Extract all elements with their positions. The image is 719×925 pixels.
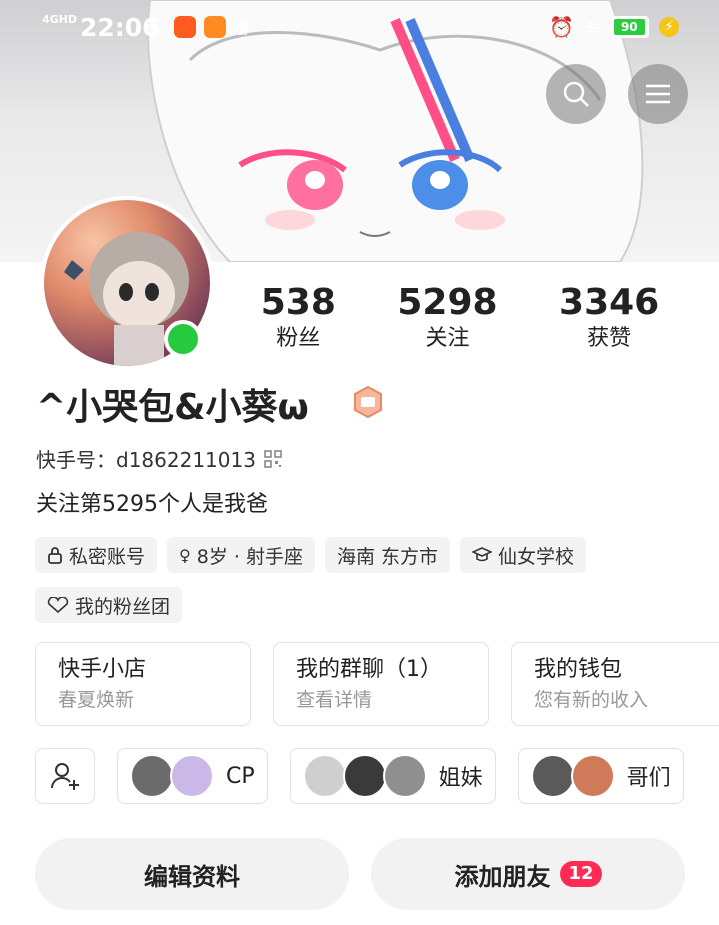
hamburger-icon [646,84,670,104]
tag-private-account[interactable]: 私密账号 [35,537,158,573]
group-label: 姐妹 [438,766,483,791]
tag-label: 我的粉丝团 [75,595,171,618]
card-subtitle: 您有新的收入 [534,689,649,711]
stat-value: 5298 [397,282,498,323]
network-indicator: 4GHD [42,13,78,26]
stat-label: 关注 [425,326,470,351]
qr-code-icon[interactable] [264,449,282,468]
friend-groups: CP 姐妹 哥们 [35,748,684,804]
group-cp[interactable]: CP [117,748,268,804]
profile-bio: 关注第5295个人是我爸 [36,492,268,517]
female-icon: ♀ [179,545,191,565]
stat-label: 获赞 [587,326,632,351]
app-notification-icon [204,16,226,38]
card-subtitle: 查看详情 [296,689,373,711]
card-group-chat[interactable]: 我的群聊（1） 查看详情 [273,642,489,726]
stat-likes[interactable]: 3346 获赞 [559,282,659,354]
add-person-icon [51,763,79,790]
tag-label: 8岁 · 射手座 [196,545,303,568]
tag-fan-club[interactable]: 我的粉丝团 [35,587,183,623]
graduation-cap-icon [472,547,492,562]
add-friend-group-button[interactable] [35,748,95,804]
profile-tags: 私密账号 ♀ 8岁 · 射手座 海南 东方市 仙女学校 我的粉丝团 [35,537,715,623]
friend-request-count-badge: 12 [560,861,602,887]
stat-following[interactable]: 5298 关注 [397,282,497,354]
lock-icon [48,547,62,564]
tag-location[interactable]: 海南 东方市 [324,537,450,573]
status-bar: 4GHD 22:06 ♛ ⏰ ≋ 90 ⚡ [0,0,719,56]
heart-handshake-icon [47,597,69,613]
member-avatar [342,754,387,798]
app-notification-icon [174,16,196,38]
charging-icon: ⚡ [659,17,679,37]
battery-level: 90 [614,19,645,35]
card-title: 快手小店 [58,657,147,682]
stat-value: 3346 [559,282,660,323]
card-title: 我的群聊（1） [296,657,442,682]
tag-school[interactable]: 仙女学校 [460,537,587,573]
stat-followers[interactable]: 538 粉丝 [261,282,336,354]
group-label: 哥们 [626,766,671,791]
battery-icon: 90 [611,16,649,38]
wifi-icon: ≋ [584,15,601,39]
add-friend-label: 添加朋友 [454,862,551,891]
tag-age-zodiac[interactable]: ♀ 8岁 · 射手座 [167,537,315,573]
feature-cards: 快手小店 春夏焕新 我的群聊（1） 查看详情 我的钱包 您有新的收入 [35,642,719,726]
alarm-icon: ⏰ [549,15,575,39]
member-avatar [530,754,575,798]
online-status-dot [164,320,202,358]
status-time: 22:06 [80,13,160,42]
card-subtitle: 春夏焕新 [58,689,135,711]
member-avatar [170,754,214,798]
tag-label: 私密账号 [69,545,146,568]
medal-badge-icon[interactable] [352,386,384,418]
add-friend-button[interactable]: 添加朋友 12 [371,838,685,910]
crown-icon: ♛ [234,16,252,40]
edit-profile-label: 编辑资料 [144,862,240,891]
stat-label: 粉丝 [276,326,321,351]
profile-stats: 538 粉丝 5298 关注 3346 获赞 [230,282,690,354]
card-wallet[interactable]: 我的钱包 您有新的收入 [511,642,719,726]
tag-label: 仙女学校 [498,545,575,568]
member-avatar [130,754,174,798]
kuaishou-id-row[interactable]: 快手号：d1862211013 [36,444,282,473]
search-button[interactable] [546,64,606,124]
member-avatar [382,754,427,798]
group-brothers[interactable]: 哥们 [517,748,684,804]
stat-value: 538 [260,282,336,323]
card-kuaishou-shop[interactable]: 快手小店 春夏焕新 [35,642,251,726]
menu-button[interactable] [628,64,688,124]
edit-profile-button[interactable]: 编辑资料 [35,838,349,910]
member-avatar [570,754,615,798]
tag-label: 海南 东方市 [336,545,438,568]
kuaishou-id: 快手号：d1862211013 [36,448,256,472]
profile-nickname: ^小哭包&小葵ω [36,387,309,428]
card-title: 我的钱包 [534,657,623,682]
search-icon [563,81,589,107]
member-avatar [302,754,347,798]
group-label: CP [226,763,255,789]
group-sisters[interactable]: 姐妹 [289,748,496,804]
